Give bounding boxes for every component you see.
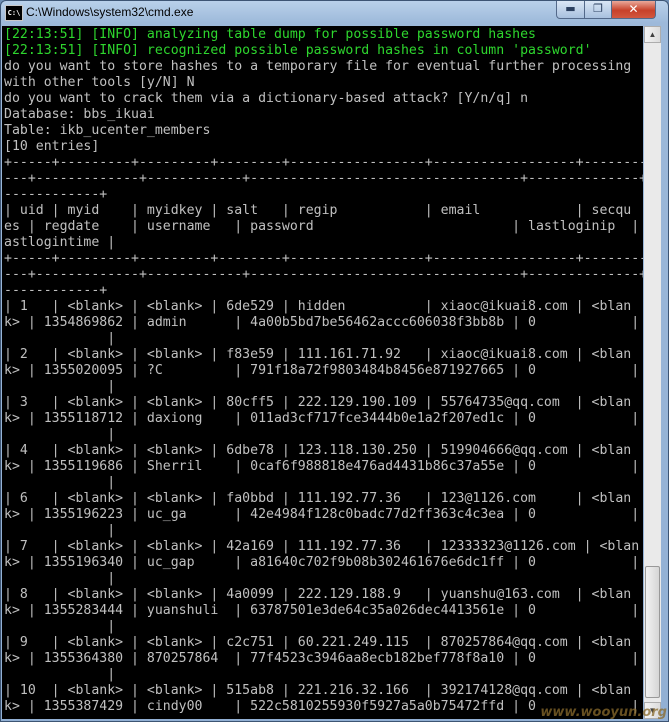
console-line: ------------+ (4, 283, 108, 298)
console-line: | (4, 379, 116, 394)
console-line: | 9 | <blank> | <blank> | c2c751 | 60.22… (4, 635, 632, 650)
cmd-window: C:\ C:\Windows\system32\cmd.exe ▬ ❐ ✕ [2… (0, 0, 669, 722)
watermark: www.wooyun.org (540, 705, 667, 720)
console-line: | 8 | <blank> | <blank> | 4a0099 | 222.1… (4, 587, 632, 602)
minimize-button[interactable]: ▬ (556, 1, 585, 19)
console-line: | 1 | <blank> | <blank> | 6de529 | hidde… (4, 299, 632, 314)
console-info-line: [22:13:51] [INFO] recognized possible pa… (4, 43, 592, 58)
console-line: k> | 1355020095 | ?C | 791f18a72f9803484… (4, 363, 643, 378)
title-bar[interactable]: C:\ C:\Windows\system32\cmd.exe ▬ ❐ ✕ (1, 1, 668, 25)
console-line: | (4, 331, 116, 346)
console-line: ------------+ (4, 187, 108, 202)
maximize-button[interactable]: ❐ (584, 1, 612, 19)
console-line: | (4, 427, 116, 442)
console-line: | (4, 571, 116, 586)
scrollbar-thumb[interactable] (645, 566, 660, 698)
console-line: k> | 1355196223 | uc_ga | 42e4984f128c0b… (4, 507, 643, 522)
console-line: | 7 | <blank> | <blank> | 42a169 | 111.1… (4, 539, 640, 554)
console-line: es | regdate | username | password | las… (4, 219, 643, 234)
console-line: Table: ikb_ucenter_members (4, 123, 211, 138)
console-output[interactable]: [22:13:51] [INFO] analyzing table dump f… (2, 26, 643, 719)
cmd-app-icon[interactable]: C:\ (5, 5, 23, 21)
console-line: | 2 | <blank> | <blank> | f83e59 | 111.1… (4, 347, 632, 362)
console-line: with other tools [y/N] N (4, 75, 195, 90)
console-line: | (4, 667, 116, 682)
console-line: | uid | myid | myidkey | salt | regip | … (4, 203, 632, 218)
close-button[interactable]: ✕ (611, 1, 656, 19)
console-line: ---+-------------+------------+---------… (4, 267, 643, 282)
console-line: k> | 1355364380 | 870257864 | 77f4523c39… (4, 651, 643, 666)
console-line: k> | 1354869862 | admin | 4a00b5bd7be564… (4, 315, 643, 330)
console-line: do you want to crack them via a dictiona… (4, 91, 529, 106)
window-title: C:\Windows\system32\cmd.exe (26, 5, 194, 19)
console-line: do you want to store hashes to a tempora… (4, 59, 632, 74)
console-info-line: [22:13:51] [INFO] analyzing table dump f… (4, 27, 536, 42)
console-line: k> | 1355283444 | yuanshuli | 63787501e3… (4, 603, 643, 618)
console-line: Database: bbs_ikuai (4, 107, 155, 122)
console-line: [10 entries] (4, 139, 100, 154)
console-line: | (4, 619, 116, 634)
scroll-up-arrow-icon[interactable]: ▲ (644, 26, 661, 43)
console-line: k> | 1355196340 | uc_gap | a81640c702f9b… (4, 555, 643, 570)
vertical-scrollbar[interactable]: ▲ ▼ (644, 26, 661, 719)
console-lines: [22:13:51] [INFO] analyzing table dump f… (4, 27, 643, 715)
console-line: k> | 1355119686 | Sherril | 0caf6f988818… (4, 459, 643, 474)
console-line: | (4, 523, 116, 538)
console-line: +-----+---------+---------+--------+----… (4, 155, 643, 170)
console-line: | 3 | <blank> | <blank> | 80cff5 | 222.1… (4, 395, 632, 410)
console-line: | (4, 475, 116, 490)
console-line: | 10 | <blank> | <blank> | 515ab8 | 221.… (4, 683, 632, 698)
console-line: k> | 1355118712 | daxiong | 011ad3cf717f… (4, 411, 643, 426)
console-line: +-----+---------+---------+--------+----… (4, 251, 643, 266)
console-line: | 4 | <blank> | <blank> | 6dbe78 | 123.1… (4, 443, 632, 458)
console-line: ---+-------------+------------+---------… (4, 171, 643, 186)
console-line: astlogintime | (4, 235, 116, 250)
console-line: | 6 | <blank> | <blank> | fa0bbd | 111.1… (4, 491, 632, 506)
